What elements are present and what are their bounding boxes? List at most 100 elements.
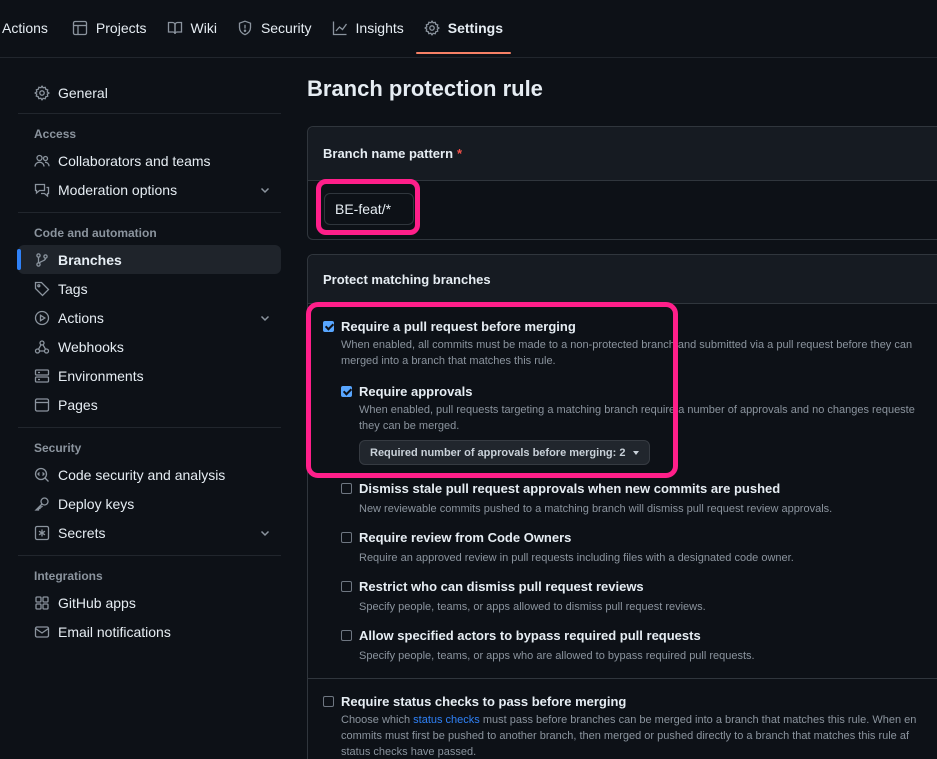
sidebar-item-label: Branches	[58, 251, 122, 268]
tab-insights[interactable]: Insights	[324, 4, 412, 52]
branch-pattern-label: Branch name pattern	[323, 146, 454, 161]
divider	[308, 678, 937, 679]
sidebar-item-github-apps[interactable]: GitHub apps	[18, 588, 281, 617]
status-checks-link[interactable]: status checks	[413, 714, 480, 726]
sidebar-item-label: Actions	[58, 309, 104, 326]
option-status-checks: Require status checks to pass before mer…	[308, 694, 937, 759]
apps-icon	[34, 595, 50, 611]
desc-text: Choose which	[341, 714, 414, 726]
option-code-owners: Require review from Code Owners Require …	[308, 530, 937, 566]
section-heading-integrations: Integrations	[34, 569, 103, 583]
tab-wiki[interactable]: Wiki	[159, 4, 225, 52]
section-heading-code: Code and automation	[34, 226, 157, 240]
main-content: Branch protection rule Branch name patte…	[307, 72, 937, 759]
sidebar-item-collaborators[interactable]: Collaborators and teams	[18, 146, 281, 175]
gear-icon	[423, 20, 440, 36]
option-dismiss-stale: Dismiss stale pull request approvals whe…	[308, 481, 937, 517]
sidebar-item-webhooks[interactable]: Webhooks	[18, 332, 281, 361]
sidebar-item-email-notifications[interactable]: Email notifications	[18, 617, 281, 646]
branch-pattern-header: Branch name pattern *	[308, 127, 937, 181]
git-branch-icon	[34, 252, 50, 268]
tab-settings[interactable]: Settings	[415, 4, 512, 54]
desc-line: status checks have passed.	[341, 746, 477, 758]
option-desc: Require an approved review in pull reque…	[359, 552, 794, 564]
sidebar-item-label: Environments	[58, 367, 144, 384]
dismiss-stale-checkbox[interactable]	[341, 483, 352, 494]
desc-line: Choose which status checks must pass bef…	[341, 712, 937, 728]
sidebar-item-label: Pages	[58, 396, 98, 413]
divider	[18, 113, 281, 114]
sidebar-item-tags[interactable]: Tags	[18, 274, 281, 303]
sidebar-item-label: Email notifications	[58, 623, 171, 640]
tab-label: Insights	[355, 20, 404, 36]
tab-label: Projects	[95, 20, 147, 36]
bypass-actors-checkbox[interactable]	[341, 630, 352, 641]
codescan-icon	[34, 467, 50, 483]
chevron-down-icon[interactable]	[259, 183, 271, 195]
option-title: Require a pull request before merging	[341, 319, 576, 334]
sidebar-item-branches[interactable]: Branches	[17, 245, 281, 274]
sidebar-item-label: Deploy keys	[58, 495, 135, 512]
desc-text: must pass before branches can be merged …	[479, 714, 917, 726]
desc-line: commits must first be pushed to another …	[341, 730, 910, 742]
desc-line: When enabled, pull requests targeting a …	[359, 404, 915, 416]
divider	[18, 427, 281, 428]
sidebar-item-pages[interactable]: Pages	[18, 390, 281, 419]
chevron-down-icon[interactable]	[259, 311, 271, 323]
branch-pattern-input[interactable]: BE-feat/*	[324, 193, 414, 225]
sidebar-item-secrets[interactable]: Secrets	[18, 518, 281, 547]
browser-icon	[34, 397, 50, 413]
branch-pattern-box: Branch name pattern * BE-feat/*	[307, 126, 937, 240]
comment-discussion-icon	[34, 182, 50, 198]
divider	[18, 555, 281, 556]
sidebar-item-general[interactable]: General	[18, 78, 281, 107]
option-require-pr: Require a pull request before merging Wh…	[308, 319, 937, 369]
repo-nav: Actions Projects Wiki Security Insights …	[0, 0, 937, 58]
divider	[18, 212, 281, 213]
sidebar-item-code-security[interactable]: Code security and analysis	[18, 460, 281, 489]
tab-projects[interactable]: Projects	[64, 4, 155, 52]
sidebar-item-actions[interactable]: Actions	[18, 303, 281, 332]
option-title: Restrict who can dismiss pull request re…	[359, 579, 644, 594]
sidebar-item-deploy-keys[interactable]: Deploy keys	[18, 489, 281, 518]
protect-branches-header: Protect matching branches	[308, 255, 937, 304]
section-heading-security: Security	[34, 441, 82, 455]
require-approvals-checkbox[interactable]	[341, 386, 352, 397]
desc-line: When enabled, all commits must be made t…	[341, 339, 913, 351]
tab-security[interactable]: Security	[229, 4, 320, 52]
sidebar-item-label: Code security and analysis	[58, 466, 226, 483]
people-icon	[34, 153, 50, 169]
approvals-count-select[interactable]: Required number of approvals before merg…	[359, 440, 650, 465]
sidebar-item-moderation[interactable]: Moderation options	[18, 175, 281, 204]
sidebar-item-label: Collaborators and teams	[58, 152, 211, 169]
graph-icon	[332, 20, 348, 36]
server-icon	[34, 368, 50, 384]
asterisk-icon	[34, 525, 50, 541]
sidebar-item-environments[interactable]: Environments	[18, 361, 281, 390]
option-title: Require approvals	[359, 384, 473, 399]
sidebar-item-label: Tags	[58, 280, 88, 297]
required-marker: *	[457, 146, 463, 161]
sidebar-item-label: GitHub apps	[58, 594, 136, 611]
gear-icon	[34, 84, 50, 101]
restrict-dismiss-checkbox[interactable]	[341, 581, 352, 592]
code-owners-checkbox[interactable]	[341, 532, 352, 543]
option-desc: Choose which status checks must pass bef…	[341, 712, 937, 759]
caret-down-icon	[632, 450, 639, 455]
tab-label: Wiki	[190, 20, 217, 36]
option-desc: Specify people, teams, or apps allowed t…	[359, 601, 706, 613]
chevron-down-icon[interactable]	[259, 526, 271, 538]
require-pr-checkbox[interactable]	[323, 321, 334, 332]
option-title: Dismiss stale pull request approvals whe…	[359, 481, 781, 496]
book-icon	[167, 20, 183, 36]
branch-pattern-row: BE-feat/*	[308, 181, 937, 239]
option-desc: New reviewable commits pushed to a match…	[359, 503, 833, 515]
tab-label: Actions	[2, 20, 48, 36]
option-require-approvals: Require approvals When enabled, pull req…	[308, 384, 937, 465]
key-icon	[34, 496, 50, 512]
status-checks-checkbox[interactable]	[323, 696, 334, 707]
webhook-icon	[34, 339, 50, 355]
shield-icon	[237, 20, 253, 36]
option-bypass-actors: Allow specified actors to bypass require…	[308, 628, 937, 664]
tab-actions[interactable]: Actions	[0, 4, 56, 52]
